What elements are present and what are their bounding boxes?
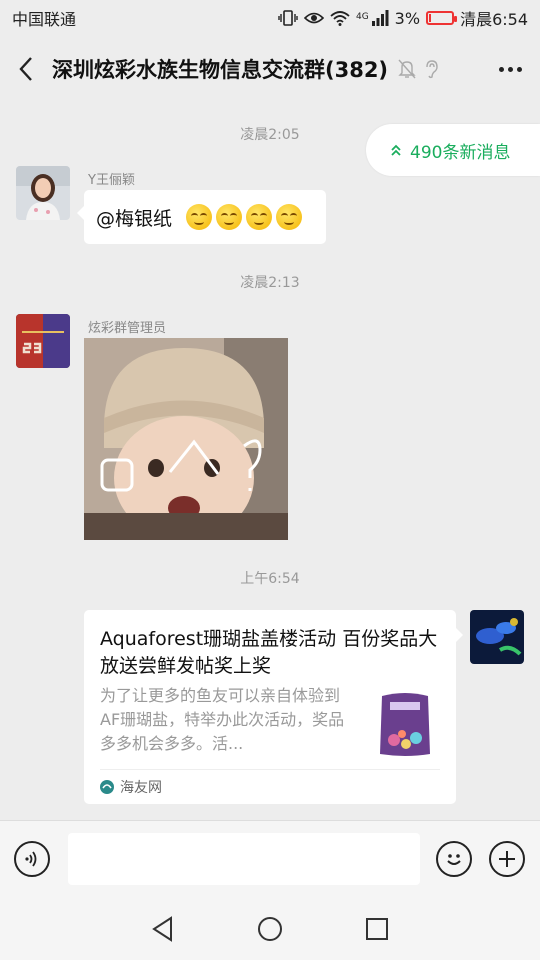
signal-icon: [371, 10, 389, 26]
eye-icon: [303, 12, 324, 24]
source-logo-icon: [100, 780, 114, 794]
avatar-photo: [16, 314, 70, 368]
link-card-title: Aquaforest珊瑚盐盖楼活动 百份奖品大放送尝鲜发帖奖上奖: [100, 628, 438, 677]
status-bar: 中国联通 4G 3% 清晨6:54: [0, 0, 540, 36]
more-button[interactable]: [499, 36, 522, 102]
link-card-source: 海友网: [100, 769, 440, 804]
avatar-photo: [470, 610, 524, 664]
input-bar: [0, 820, 540, 898]
system-nav-bar: [0, 898, 540, 960]
back-icon: [19, 57, 32, 81]
back-button[interactable]: [0, 36, 52, 102]
more-functions-button[interactable]: [489, 841, 525, 877]
network-type: 4G: [355, 12, 369, 22]
earpiece-icon: [426, 60, 438, 79]
carrier-label: 中国联通: [12, 10, 77, 29]
status-icons: 4G 3% 清晨6:54: [278, 6, 528, 30]
header-status-icons: [398, 59, 440, 79]
link-card[interactable]: Aquaforest珊瑚盐盖楼活动 百份奖品大放送尝鲜发帖奖上奖 为了让更多的鱼…: [84, 610, 463, 804]
sticker-image[interactable]: [84, 338, 288, 540]
salt-bag-thumbnail: [372, 688, 438, 760]
sender-name: 炫彩群管理员: [88, 321, 167, 336]
plus-icon: [499, 851, 515, 867]
message-input[interactable]: [68, 833, 420, 885]
grin-emoji-icon: [246, 204, 273, 230]
avatar-self[interactable]: [470, 610, 524, 664]
battery-fill: [429, 14, 432, 22]
link-card-description: 为了让更多的鱼友可以亲自体验到AF珊瑚盐，特举办此次活动，奖品多多机会多多。活.…: [100, 686, 345, 753]
grin-emoji-icon: [216, 204, 243, 230]
more-icon-dot: [508, 66, 513, 72]
message-timestamp: 凌晨2:13: [240, 275, 300, 291]
more-icon: [499, 66, 504, 72]
double-chevron-up-icon: [391, 144, 401, 156]
sender-name: Y王俪颖: [88, 173, 135, 188]
message-timestamp: 上午6:54: [240, 571, 300, 587]
message-text: @梅银纸: [96, 207, 173, 230]
baby-sticker-icon: [84, 338, 288, 540]
vibrate-icon: [278, 10, 298, 26]
smiley-icon: [447, 854, 461, 865]
message-timestamp: 凌晨2:05: [240, 127, 300, 143]
battery-percent: 3%: [394, 8, 421, 28]
voice-button[interactable]: [14, 841, 50, 877]
battery-icon: [426, 11, 458, 25]
chat-title[interactable]: 深圳炫彩水族生物信息交流群(382): [52, 54, 388, 84]
nav-back-icon[interactable]: [151, 916, 175, 942]
grin-emoji-icon: [186, 204, 213, 230]
link-card-source-name: 海友网: [120, 780, 162, 796]
emoji-button[interactable]: [436, 841, 472, 877]
avatar-photo: [16, 166, 70, 220]
voice-icon: [25, 851, 37, 867]
nav-home-icon[interactable]: [257, 916, 283, 942]
grin-emoji-icon: [276, 204, 303, 230]
nav-recents-icon[interactable]: [365, 917, 389, 941]
message-bubble[interactable]: @梅银纸: [77, 190, 326, 244]
avatar[interactable]: [16, 314, 70, 368]
more-icon-dot: [517, 66, 522, 72]
clock: 清晨6:54: [460, 10, 528, 29]
mute-bell-icon: [398, 59, 416, 79]
chat-header: 深圳炫彩水族生物信息交流群(382): [0, 36, 540, 102]
wifi-icon: [330, 11, 350, 26]
avatar[interactable]: [16, 166, 70, 220]
